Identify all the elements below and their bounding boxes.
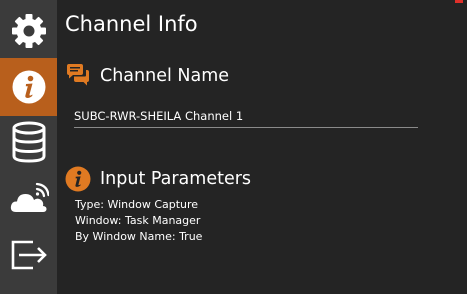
sidebar-item-export[interactable] bbox=[0, 226, 57, 284]
channel-info-panel: Channel Info Channel Name Input Paramete… bbox=[57, 0, 467, 294]
page-title: Channel Info bbox=[65, 12, 198, 36]
param-window: Window: Task Manager bbox=[75, 214, 201, 227]
chat-bubbles-icon bbox=[67, 64, 89, 86]
channel-name-field[interactable] bbox=[74, 103, 418, 128]
channel-name-heading: Channel Name bbox=[100, 66, 230, 86]
info-icon bbox=[12, 70, 45, 104]
sidebar bbox=[0, 0, 57, 294]
channel-name-input[interactable] bbox=[74, 103, 418, 125]
close-button[interactable] bbox=[455, 0, 463, 3]
param-type: Type: Window Capture bbox=[75, 198, 199, 211]
sidebar-item-database[interactable] bbox=[0, 113, 57, 171]
cloud-broadcast-icon bbox=[10, 182, 49, 212]
info-icon bbox=[65, 166, 91, 192]
sidebar-item-info[interactable] bbox=[0, 58, 57, 116]
sidebar-item-cloud[interactable] bbox=[0, 170, 57, 228]
input-parameters-list: Type: Window Capture Window: Task Manage… bbox=[75, 197, 202, 245]
database-icon bbox=[12, 121, 45, 163]
param-by-window-name: By Window Name: True bbox=[75, 230, 203, 243]
gear-icon bbox=[11, 14, 46, 48]
input-parameters-heading: Input Parameters bbox=[100, 169, 252, 189]
export-icon bbox=[11, 240, 47, 270]
sidebar-item-settings[interactable] bbox=[0, 2, 57, 60]
